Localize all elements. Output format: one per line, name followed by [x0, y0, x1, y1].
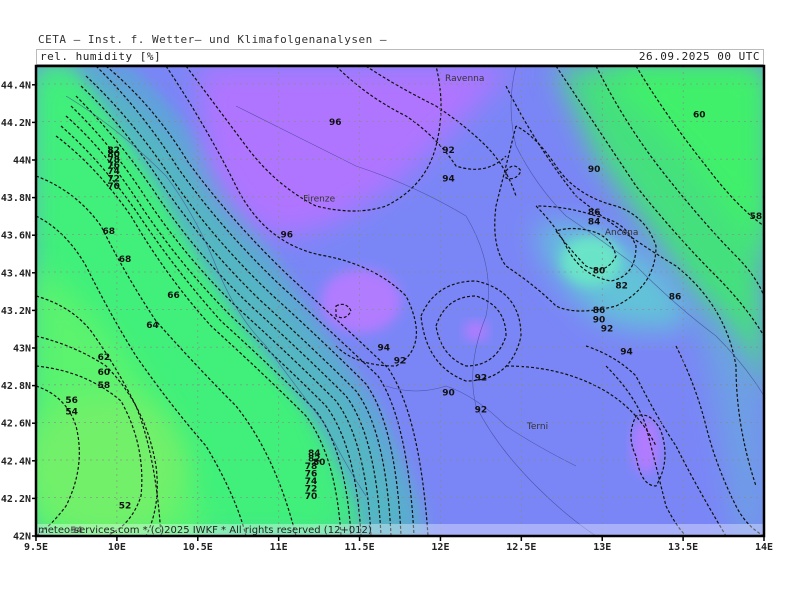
city-label-terni: Terni [526, 422, 548, 432]
y-tick-label: 42.8N [1, 381, 31, 392]
contour-label: 80 [593, 266, 606, 276]
contour-label: 68 [119, 255, 132, 265]
y-tick-label: 43.8N [1, 193, 31, 204]
contour-label: 92 [475, 406, 488, 416]
y-tick-label: 42.6N [1, 419, 31, 430]
contour-label: 92 [394, 357, 407, 367]
x-tick-label: 11.5E [345, 542, 375, 553]
contour-label: 94 [620, 347, 633, 357]
x-tick-label: 12.5E [506, 542, 536, 553]
y-tick-label: 43N [13, 344, 31, 355]
x-tick-label: 13E [593, 542, 611, 553]
contour-label: 82 [615, 281, 628, 291]
y-tick-label: 43.2N [1, 306, 31, 317]
x-tick-label: 11E [270, 542, 288, 553]
x-tick-label: 10E [108, 542, 126, 553]
contour-label: 90 [588, 165, 601, 175]
x-tick-label: 10.5E [183, 542, 213, 553]
y-tick-label: 44.4N [1, 80, 31, 91]
contour-label: 52 [119, 501, 132, 511]
y-tick-label: 43.4N [1, 268, 31, 279]
contour-label: 92 [442, 146, 455, 156]
contour-label: 54 [65, 407, 78, 417]
contour-label: 96 [280, 231, 293, 241]
valid-time: 26.09.2025 00 UTC [638, 50, 760, 63]
contour-label: 68 [103, 227, 116, 237]
city-label-ancona: Ancona [605, 228, 639, 238]
y-axis: 42N 42.2N 42.4N 42.6N 42.8N 43N 43.2N 43.4N 43.6… [1, 80, 36, 543]
contour-label: 86 [669, 293, 682, 303]
y-tick-label: 43.6N [1, 231, 31, 242]
city-label-firenze: Firenze [303, 194, 335, 204]
y-tick-label: 42.4N [1, 456, 31, 467]
x-tick-label: 14E [755, 542, 773, 553]
contour-label: 82 [107, 146, 120, 156]
contour-label: 58 [98, 381, 111, 391]
contour-label: 60 [98, 368, 111, 378]
y-tick-label: 42.2N [1, 494, 31, 505]
contour-label: 94 [442, 174, 455, 184]
x-axis: 9.5E 10E 10.5E 11E 11.5E 12E 12.5E 13E 13.5E 14E [24, 536, 773, 553]
x-tick-label: 12E [431, 542, 449, 553]
contour-label: 64 [146, 321, 159, 331]
contour-label: 96 [329, 118, 342, 128]
contour-label: 90 [442, 389, 455, 399]
contour-label: 70 [305, 492, 318, 502]
contour-label: 58 [750, 212, 763, 222]
contour-label: 62 [98, 353, 111, 363]
contour-label: 92 [601, 325, 614, 335]
humidity-map: 9692949096949290929286848082869092948660… [1, 64, 773, 553]
contour-label: 56 [65, 396, 78, 406]
parameter-label: rel. humidity [%] [40, 50, 162, 63]
x-tick-label: 9.5E [24, 542, 48, 553]
y-tick-label: 42N [13, 532, 31, 543]
city-label-ravenna: Ravenna [445, 74, 484, 84]
contour-label: 84 [588, 218, 601, 228]
contour-label: 92 [475, 374, 488, 384]
y-tick-label: 44N [13, 156, 31, 167]
copyright-text: meteo-services.com * (c)2025 IWKF * All … [38, 525, 372, 536]
contour-label: 60 [693, 110, 706, 120]
shading-layer [36, 66, 764, 536]
y-tick-label: 44.2N [1, 118, 31, 129]
contour-label: 66 [167, 291, 180, 301]
model-title: CETA — Inst. f. Wetter— und Klimafolgena… [38, 33, 388, 46]
x-tick-label: 13.5E [668, 542, 698, 553]
contour-label: 94 [378, 344, 391, 354]
